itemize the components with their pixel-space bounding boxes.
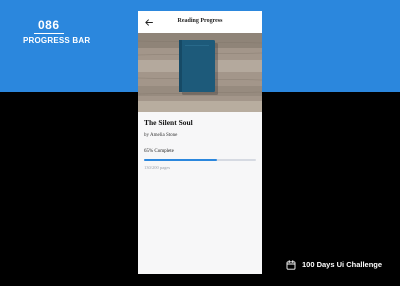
book-title: The Silent Soul [144,118,193,127]
book-cover-image [138,33,262,112]
phone-screen: Reading Progress The Silent Soul by Amel… [138,11,262,274]
progress-track [144,159,256,161]
calendar-icon [286,259,296,270]
challenge-title: PROGRESS BAR [23,36,91,45]
progress-fill [144,159,217,161]
pages-count: 130/200 pages [144,165,171,170]
app-bar: Reading Progress [138,11,262,33]
book-author: by Amelia Stone [144,133,178,138]
progress-label: 65% Complete [144,149,174,154]
challenge-footer: 100 Days Ui Challenge [286,259,382,270]
challenge-divider [34,33,64,34]
page-title: Reading Progress [177,18,223,24]
footer-label: 100 Days Ui Challenge [302,260,383,269]
challenge-number: 086 [38,18,60,32]
